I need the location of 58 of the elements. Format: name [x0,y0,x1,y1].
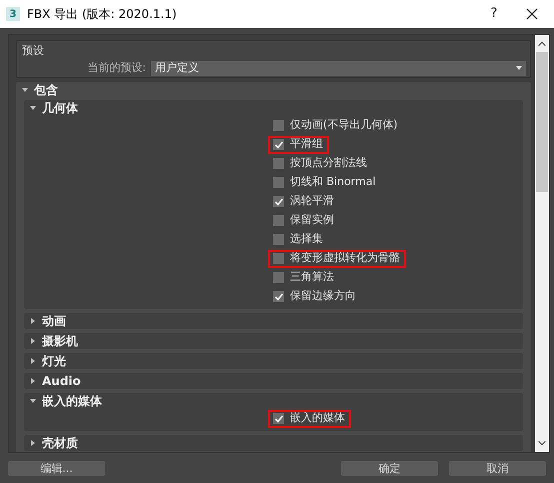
section-header[interactable]: 动画 [24,313,523,329]
option-label: 保留实例 [290,212,334,228]
scrollbar[interactable] [535,35,549,452]
checkbox[interactable] [273,413,284,424]
collapsed-caret-icon [31,318,35,324]
section-header[interactable]: 包含 [16,82,531,98]
checkbox[interactable] [273,291,284,302]
section-header[interactable]: 摄影机 [24,333,523,349]
dialog-button[interactable]: 编辑... [8,461,105,476]
checkbox[interactable] [273,196,284,207]
close-button[interactable] [524,6,540,22]
collapsed-caret-icon [31,338,35,344]
checkbox[interactable] [273,234,284,245]
option-label: 切线和 Binormal [290,174,376,190]
group-label: 预设 [22,43,44,59]
dialog-button[interactable]: 确定 [341,461,438,476]
checkbox[interactable] [273,253,284,264]
section-header[interactable]: Audio [24,373,523,389]
app-icon: 3 [6,7,20,21]
expanded-caret-icon [30,399,36,403]
checkbox[interactable] [273,158,284,169]
expanded-caret-icon [22,88,28,92]
checkbox[interactable] [273,120,284,131]
section-header[interactable]: 几何体 [24,100,523,116]
scrollbar-thumb[interactable] [536,52,548,192]
checkbox[interactable] [273,139,284,150]
collapsed-caret-icon [31,440,35,446]
option-label: 嵌入的媒体 [290,410,345,426]
window-title: FBX 导出 (版本: 2020.1.1) [27,6,177,23]
help-button[interactable]: ? [486,4,502,24]
checkbox[interactable] [273,272,284,283]
collapsed-caret-icon [31,358,35,364]
option-label: 三角算法 [290,269,334,286]
collapsed-caret-icon [31,378,35,384]
checkbox[interactable] [273,177,284,188]
option-label: 按顶点分割法线 [290,155,367,172]
dialog-button[interactable]: 取消 [449,461,546,476]
scroll-up-icon [537,39,547,49]
option-label: 平滑组 [290,136,323,152]
close-icon [526,8,538,20]
scroll-down-icon [537,438,547,448]
dropdown-caret-icon [516,66,522,70]
expanded-caret-icon [30,106,36,110]
section-header[interactable]: 嵌入的媒体 [24,393,523,409]
option-label: 将变形虚拟转化为骨骼 [290,250,400,266]
option-label: 选择集 [290,231,323,248]
option-label: 仅动画(不导出几何体) [290,117,398,134]
check-icon [274,140,284,150]
check-icon [274,196,284,206]
option-label: 保留边缘方向 [290,288,356,304]
preset-dropdown[interactable]: 用户定义 [151,60,526,76]
check-icon [274,414,284,424]
option-label: 涡轮平滑 [290,193,334,210]
checkbox[interactable] [273,215,284,226]
field-label: 当前的预设: [86,60,147,76]
check-icon [274,292,284,302]
section-header[interactable]: 壳材质 [24,435,523,451]
section-header[interactable]: 灯光 [24,353,523,369]
